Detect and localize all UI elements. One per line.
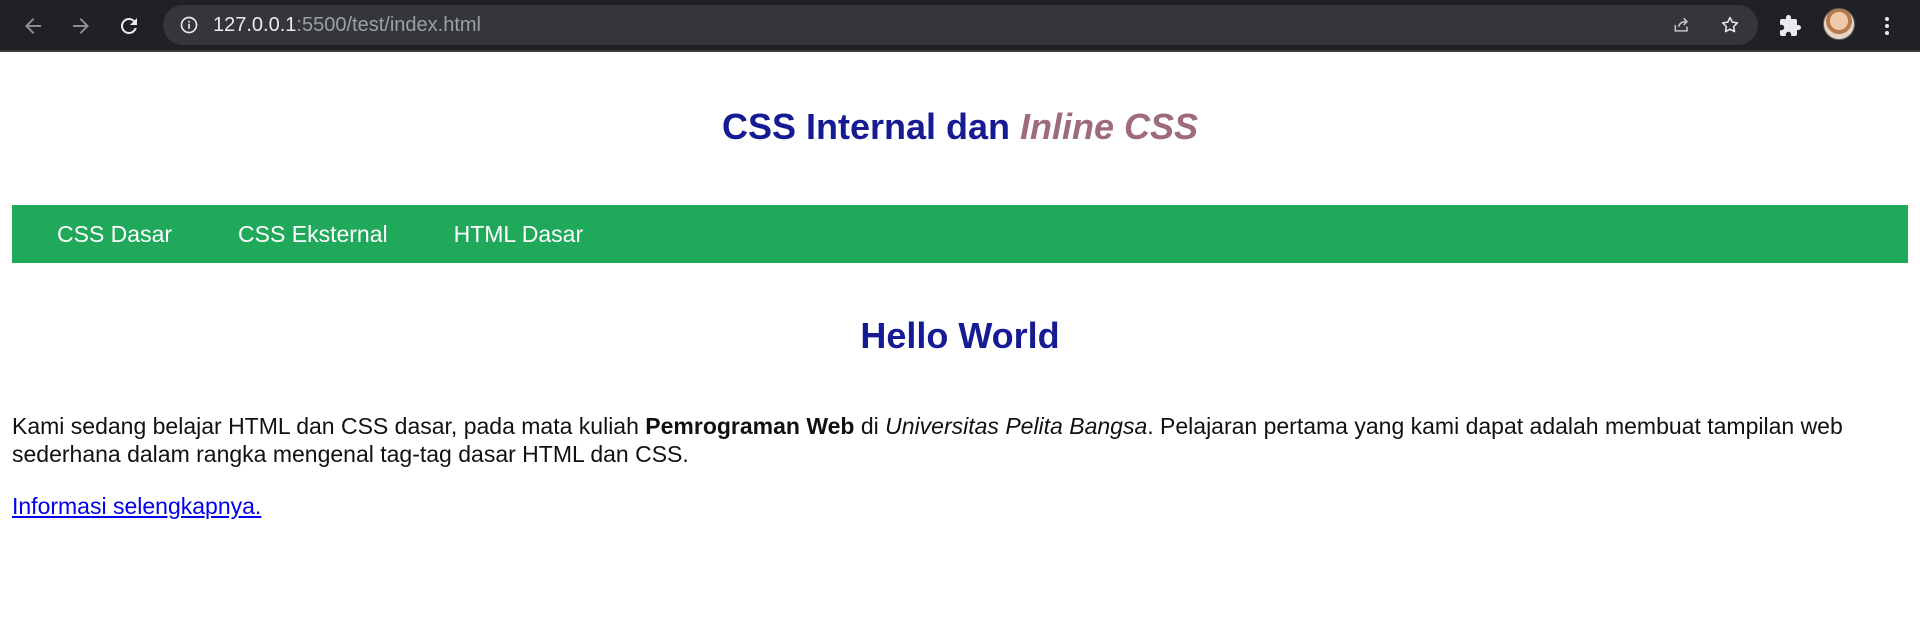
paragraph-bold-course: Pemrograman Web [645,413,855,439]
kebab-menu-icon [1885,17,1889,35]
url-path: :5500/test/index.html [296,14,481,36]
more-info-link[interactable]: Informasi selengkapnya. [12,492,261,520]
info-icon[interactable] [179,15,199,35]
url-text[interactable]: 127.0.0.1:5500/test/index.html [213,14,481,36]
browser-toolbar: 127.0.0.1:5500/test/index.html [0,0,1920,52]
page-title: CSS Internal dan Inline CSS [0,106,1920,148]
page-title-plain: CSS Internal dan [721,106,1021,147]
extensions-button[interactable] [1774,10,1806,42]
section-heading: Hello World [860,315,1060,356]
paragraph-text-1: Kami sedang belajar HTML dan CSS dasar, … [12,413,646,439]
back-button[interactable] [17,10,49,42]
share-icon[interactable] [1672,15,1692,35]
paragraph-text-2: di [854,413,886,439]
reload-button[interactable] [113,10,145,42]
arrow-left-icon [25,18,41,34]
nav-link-css-eksternal[interactable]: CSS Eksternal [205,205,421,263]
nav-link-html-dasar[interactable]: HTML Dasar [421,205,617,263]
puzzle-icon [1780,15,1801,36]
intro-paragraph: Kami sedang belajar HTML dan CSS dasar, … [12,412,1908,468]
forward-button[interactable] [65,10,97,42]
arrow-right-icon [73,18,89,34]
star-icon[interactable] [1720,15,1740,35]
page-viewport: CSS Internal dan Inline CSS CSS Dasar CS… [0,54,1920,621]
page-title-accent: Inline CSS [1020,106,1199,147]
reload-icon [120,17,137,34]
browser-menu-button[interactable] [1871,10,1903,42]
address-bar[interactable]: 127.0.0.1:5500/test/index.html [163,5,1758,45]
url-host: 127.0.0.1 [213,14,297,36]
main-navbar: CSS Dasar CSS Eksternal HTML Dasar [12,205,1908,263]
nav-link-css-dasar[interactable]: CSS Dasar [12,205,205,263]
profile-avatar[interactable] [1823,8,1855,40]
paragraph-italic-university: Universitas Pelita Bangsa [885,413,1148,439]
